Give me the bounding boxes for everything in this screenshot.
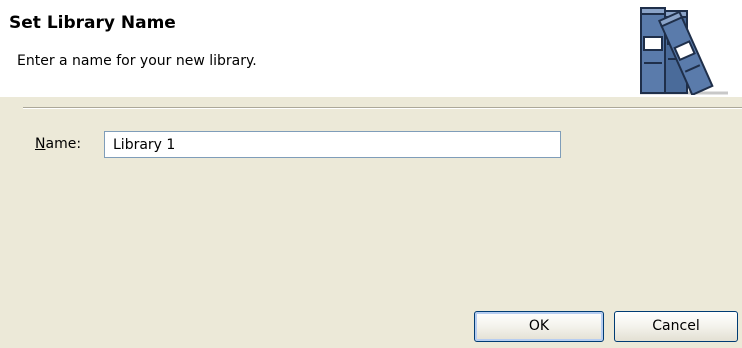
name-label-text: ame: (45, 136, 82, 152)
library-books-icon (640, 7, 728, 95)
cancel-button[interactable]: Cancel (614, 311, 738, 342)
name-label: Name: (35, 136, 81, 152)
dialog-header: Set Library Name Enter a name for your n… (0, 0, 742, 97)
library-name-input[interactable] (104, 131, 561, 158)
dialog-title: Set Library Name (9, 13, 176, 33)
name-label-mnemonic: N (35, 136, 46, 152)
ok-button[interactable]: OK (474, 311, 604, 342)
dialog-description: Enter a name for your new library. (17, 53, 257, 69)
header-separator (23, 107, 742, 109)
